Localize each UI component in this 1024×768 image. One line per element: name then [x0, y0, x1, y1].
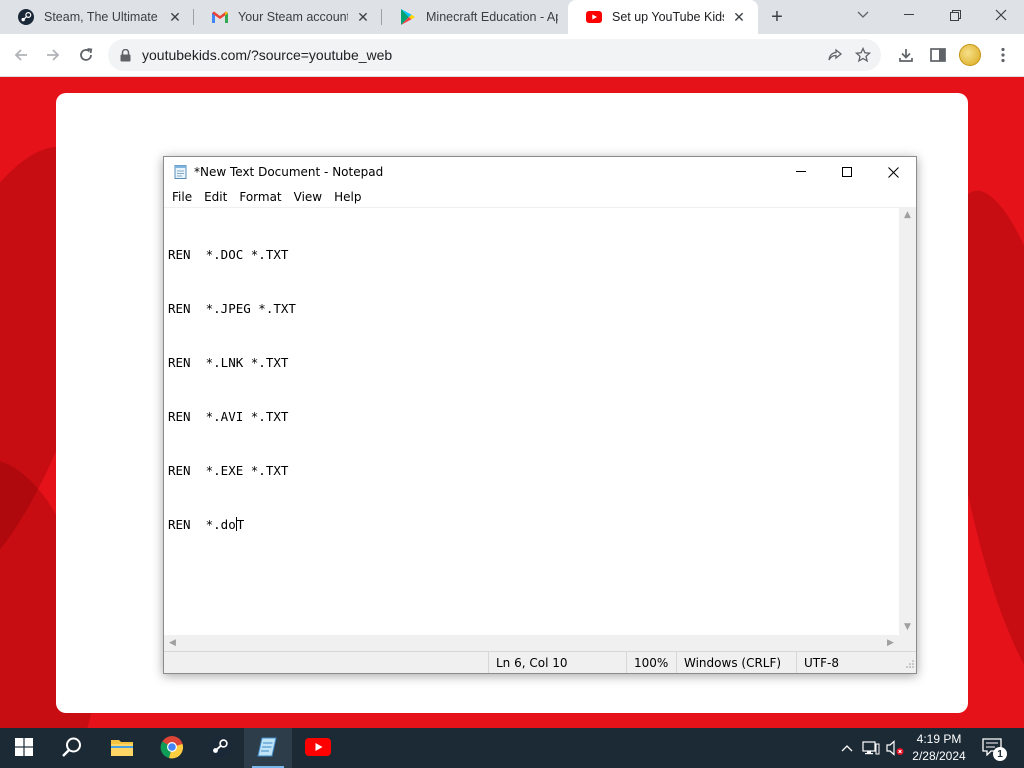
system-clock[interactable]: 4:19 PM 2/28/2024 [905, 731, 973, 765]
notepad-icon [173, 164, 189, 180]
steam-icon [208, 735, 232, 762]
network-icon[interactable] [860, 728, 882, 768]
bookmark-star-icon[interactable] [849, 41, 877, 69]
youtube-icon [305, 737, 331, 759]
more-menu-icon[interactable] [990, 42, 1016, 68]
text-line-current: REN *.doT [168, 516, 296, 534]
status-zoom: 100% [626, 652, 676, 673]
taskbar-search-button[interactable] [48, 728, 96, 768]
notepad-text-area[interactable]: REN *.DOC *.TXT REN *.JPEG *.TXT REN *.L… [164, 207, 899, 635]
scroll-down-arrow-icon[interactable]: ▼ [899, 619, 916, 635]
start-button[interactable] [0, 728, 48, 768]
tab-steam[interactable]: Steam, The Ultimate Online Game Platform… [0, 0, 194, 34]
close-tab-icon[interactable]: ✕ [354, 8, 372, 26]
menu-view[interactable]: View [288, 190, 328, 204]
vertical-scrollbar[interactable]: ▲ ▼ [899, 207, 916, 635]
windows-taskbar: 4:19 PM 2/28/2024 1 [0, 728, 1024, 768]
status-position: Ln 6, Col 10 [488, 652, 626, 673]
notification-count-badge: 1 [993, 747, 1007, 761]
tab-gmail[interactable]: Your Steam account: Access from new devi… [194, 0, 382, 34]
tab-title: Minecraft Education - Apps on Google Pla… [426, 10, 558, 24]
text-after-caret: T [236, 517, 245, 532]
text-before-caret: REN *.do [168, 517, 236, 532]
menu-format[interactable]: Format [233, 190, 287, 204]
clock-time: 4:19 PM [916, 732, 962, 746]
url-text[interactable]: youtubekids.com/?source=youtube_web [142, 47, 821, 63]
tab-title: Your Steam account: Access from new devi… [238, 10, 348, 24]
reload-button[interactable] [73, 42, 99, 68]
notification-icon: 1 [982, 737, 1008, 761]
chrome-icon [160, 735, 184, 762]
taskbar-chrome[interactable] [148, 728, 196, 768]
notepad-icon [257, 735, 279, 762]
scrollbar-corner [899, 635, 916, 651]
menu-file[interactable]: File [166, 190, 198, 204]
start-icon [15, 737, 33, 759]
notification-center-button[interactable]: 1 [978, 728, 1012, 768]
menu-help[interactable]: Help [328, 190, 367, 204]
share-icon[interactable] [821, 41, 849, 69]
text-line: REN *.DOC *.TXT [168, 247, 289, 262]
taskbar-youtube[interactable] [294, 728, 342, 768]
browser-tab-strip: Steam, The Ultimate Online Game Platform… [0, 0, 1024, 34]
tab-youtube-kids[interactable]: Set up YouTube Kids ✕ [568, 0, 758, 34]
notepad-close-button[interactable] [870, 157, 916, 187]
clock-date: 2/28/2024 [912, 749, 966, 763]
close-window-button[interactable] [978, 0, 1024, 30]
downloads-icon[interactable] [893, 42, 919, 68]
notepad-minimize-button[interactable] [778, 157, 824, 187]
volume-muted-icon[interactable] [884, 728, 906, 768]
notepad-status-bar: Ln 6, Col 10 100% Windows (CRLF) UTF-8 [164, 651, 916, 673]
forward-button[interactable] [40, 42, 66, 68]
new-tab-button[interactable]: + [766, 6, 788, 28]
back-button[interactable] [8, 42, 34, 68]
taskbar-file-explorer[interactable] [98, 728, 146, 768]
show-hidden-icons-chevron-icon[interactable] [836, 728, 858, 768]
steam-icon [18, 9, 34, 25]
text-line: REN *.AVI *.TXT [168, 409, 289, 424]
profile-avatar[interactable] [957, 42, 983, 68]
close-tab-icon[interactable]: ✕ [730, 8, 748, 26]
browser-toolbar: youtubekids.com/?source=youtube_web [0, 34, 1024, 77]
horizontal-scrollbar[interactable]: ◀ ▶ [164, 635, 899, 651]
lock-icon[interactable] [120, 48, 134, 62]
taskbar-notepad[interactable] [244, 728, 292, 768]
notepad-window: *New Text Document - Notepad File Edit F… [163, 156, 917, 674]
tab-title: Steam, The Ultimate Online Game Platform [44, 10, 160, 24]
taskbar-steam[interactable] [196, 728, 244, 768]
restore-window-button[interactable] [932, 0, 978, 30]
notepad-menu-bar: File Edit Format View Help [164, 187, 916, 207]
resize-grip-icon[interactable] [906, 657, 914, 671]
menu-edit[interactable]: Edit [198, 190, 233, 204]
scroll-up-arrow-icon[interactable]: ▲ [899, 207, 916, 223]
status-line-endings: Windows (CRLF) [676, 652, 796, 673]
minimize-window-button[interactable] [886, 0, 932, 30]
notepad-maximize-button[interactable] [824, 157, 870, 187]
close-tab-icon[interactable]: ✕ [166, 8, 184, 26]
google-play-icon [400, 9, 416, 25]
status-encoding: UTF-8 [796, 652, 916, 673]
address-bar[interactable]: youtubekids.com/?source=youtube_web [108, 39, 881, 71]
tab-title: Set up YouTube Kids [612, 10, 724, 24]
file-explorer-icon [110, 737, 134, 760]
text-line: REN *.JPEG *.TXT [168, 301, 296, 316]
side-panel-icon[interactable] [925, 42, 951, 68]
search-icon [61, 736, 83, 761]
notepad-title: *New Text Document - Notepad [194, 165, 384, 179]
gmail-icon [212, 9, 228, 25]
text-line: REN *.LNK *.TXT [168, 355, 289, 370]
notepad-title-bar[interactable]: *New Text Document - Notepad [164, 157, 916, 187]
tab-google-play[interactable]: Minecraft Education - Apps on Google Pla… [382, 0, 568, 34]
scroll-left-arrow-icon[interactable]: ◀ [164, 635, 181, 651]
avatar [959, 44, 981, 66]
youtube-icon [586, 9, 602, 25]
tab-search-icon[interactable] [840, 0, 886, 30]
scroll-right-arrow-icon[interactable]: ▶ [882, 635, 899, 651]
text-line: REN *.EXE *.TXT [168, 463, 289, 478]
